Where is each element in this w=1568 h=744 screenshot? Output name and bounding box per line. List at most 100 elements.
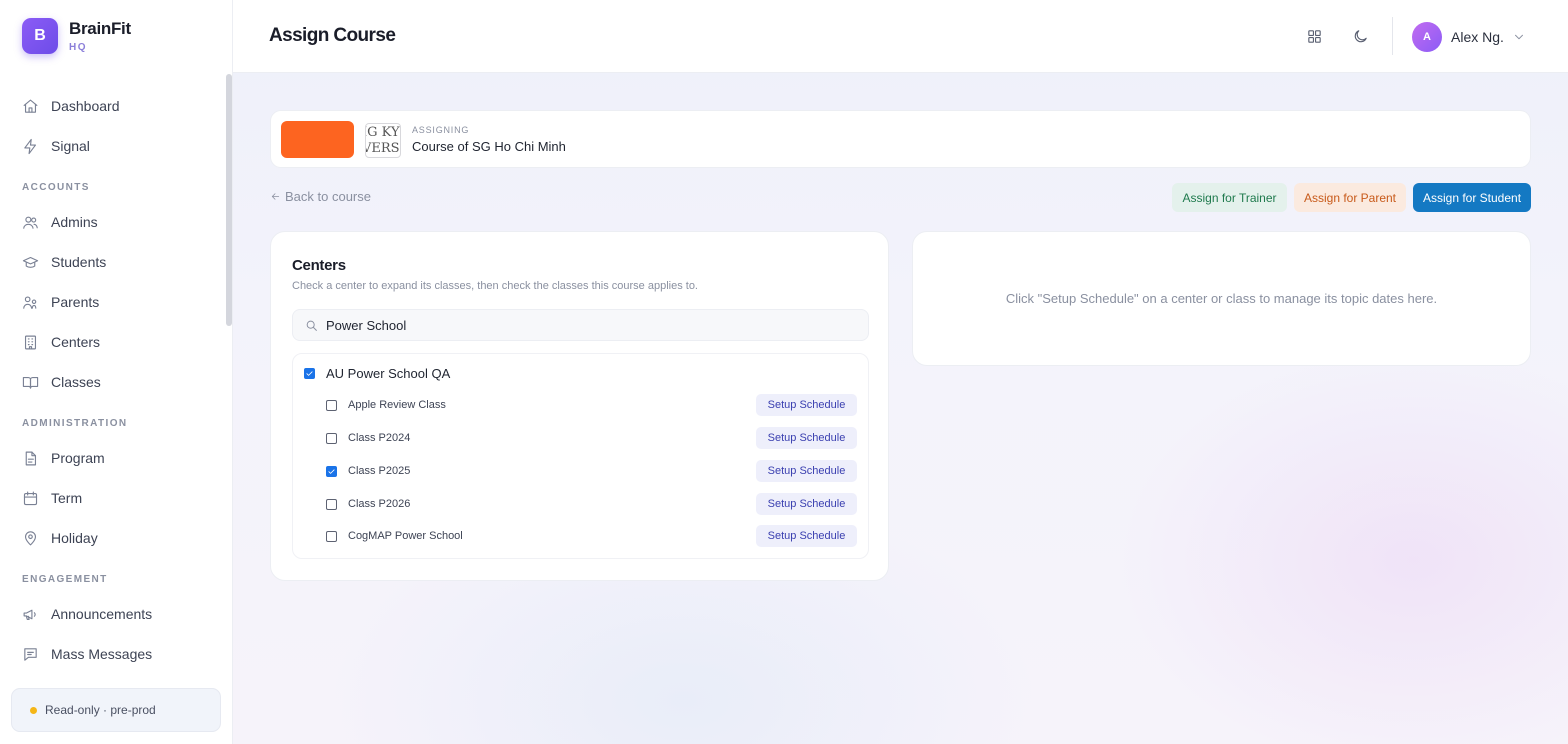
center-row[interactable]: AU Power School QA <box>304 363 450 383</box>
topbar: Assign Course A Alex Ng. <box>233 0 1568 73</box>
centers-hint: Check a center to expand its classes, th… <box>292 280 698 292</box>
setup-schedule-button[interactable]: Setup Schedule <box>756 525 857 547</box>
topbar-divider <box>1392 17 1393 55</box>
chevron-down-icon <box>1514 34 1523 40</box>
apps-button[interactable] <box>1302 24 1326 48</box>
sidebar-item-centers[interactable]: Centers <box>0 322 226 362</box>
class-checkbox[interactable] <box>326 432 337 444</box>
building-icon <box>24 335 37 349</box>
sidebar-item-label: Program <box>51 450 105 466</box>
class-row[interactable]: Class P2024 Setup Schedule <box>326 427 857 449</box>
map-pin-icon <box>24 530 37 545</box>
calendar-icon <box>23 491 38 505</box>
centers-tree: AU Power School QA Apple Review Class Se… <box>292 353 869 559</box>
class-name: Class P2024 <box>348 432 411 444</box>
sidebar-item-label: Announcements <box>51 606 153 622</box>
sidebar-item-classes[interactable]: Classes <box>0 362 226 402</box>
center-name: AU Power School QA <box>326 365 451 381</box>
avatar: A <box>1412 22 1442 52</box>
sidebar-section-accounts: ACCOUNTS <box>22 182 90 193</box>
course-thumbnail <box>281 121 354 158</box>
sidebar-scrollbar[interactable] <box>226 74 232 326</box>
sidebar-item-label: Parents <box>51 294 100 310</box>
search-icon <box>306 320 317 331</box>
setup-schedule-button[interactable]: Setup Schedule <box>756 460 857 482</box>
sidebar-nav: Dashboard Signal ACCOUNTS Admins Student… <box>0 86 226 674</box>
sidebar-item-label: Holiday <box>51 530 98 546</box>
graduation-cap-icon <box>22 256 39 268</box>
users-icon <box>23 216 38 229</box>
setup-schedule-button[interactable]: Setup Schedule <box>756 493 857 515</box>
sidebar-item-program[interactable]: Program <box>0 438 226 478</box>
brand-name: BrainFit <box>69 18 131 38</box>
class-name: CogMAP Power School <box>348 530 463 542</box>
class-name: Class P2026 <box>348 498 411 510</box>
assigning-label: ASSIGNING <box>412 125 470 135</box>
sidebar-item-label: Signal <box>51 138 90 154</box>
env-badge-label: Read-only · pre-prod <box>45 703 156 717</box>
assign-parent-button[interactable]: Assign for Parent <box>1294 183 1406 212</box>
sidebar-item-label: Classes <box>51 374 101 390</box>
sidebar-item-signal[interactable]: Signal <box>0 126 226 166</box>
sidebar-item-label: Admins <box>51 214 98 230</box>
class-row[interactable]: Class P2025 Setup Schedule <box>326 460 857 482</box>
class-checkbox[interactable] <box>326 465 337 477</box>
sidebar-item-dashboard[interactable]: Dashboard <box>0 86 226 126</box>
page-title: Assign Course <box>269 25 396 46</box>
arrow-left-icon <box>271 193 280 200</box>
env-badge: Read-only · pre-prod <box>11 688 221 732</box>
sidebar-item-term[interactable]: Term <box>0 478 226 518</box>
brand-logo: B <box>22 18 58 54</box>
user-name: Alex Ng. <box>1451 29 1504 45</box>
class-checkbox[interactable] <box>326 399 337 411</box>
status-dot-icon <box>30 706 37 714</box>
sidebar-item-mass-messages[interactable]: Mass Messages <box>0 634 226 674</box>
sidebar-item-announcements[interactable]: Announcements <box>0 594 226 634</box>
grid-icon <box>1307 29 1321 43</box>
sidebar-item-admins[interactable]: Admins <box>0 202 226 242</box>
class-row[interactable]: CogMAP Power School Setup Schedule <box>326 525 857 547</box>
course-logo: IG KYU VERSI <box>365 123 401 158</box>
assign-student-button[interactable]: Assign for Student <box>1413 183 1531 212</box>
course-card: IG KYU VERSI ASSIGNING Course of SG Ho C… <box>270 110 1531 168</box>
class-row[interactable]: Apple Review Class Setup Schedule <box>326 394 857 416</box>
sidebar-item-label: Term <box>51 490 83 506</box>
sidebar-section-engagement: ENGAGEMENT <box>22 574 108 585</box>
sidebar-item-holiday[interactable]: Holiday <box>0 518 226 558</box>
class-checkbox[interactable] <box>326 498 337 510</box>
brand[interactable]: B BrainFit HQ <box>22 18 131 54</box>
main-content: Assign Course A Alex Ng. IG KYU VERSI AS… <box>233 0 1568 744</box>
schedule-panel: Click "Setup Schedule" on a center or cl… <box>912 231 1531 366</box>
sidebar-item-parents[interactable]: Parents <box>0 282 226 322</box>
class-name: Apple Review Class <box>348 399 446 411</box>
book-open-icon <box>22 376 39 389</box>
brand-sub: HQ <box>69 41 87 53</box>
sidebar-item-label: Mass Messages <box>51 646 153 662</box>
back-to-course-link[interactable]: Back to course <box>270 189 371 204</box>
centers-title: Centers <box>292 257 346 274</box>
moon-icon <box>1354 29 1367 42</box>
setup-schedule-button[interactable]: Setup Schedule <box>756 394 857 416</box>
class-row[interactable]: Class P2026 Setup Schedule <box>326 493 857 515</box>
assign-trainer-button[interactable]: Assign for Trainer <box>1172 183 1287 212</box>
sidebar-section-administration: ADMINISTRATION <box>22 418 128 429</box>
home-icon <box>23 99 38 113</box>
theme-toggle-button[interactable] <box>1348 24 1372 48</box>
sidebar-item-label: Students <box>51 254 107 270</box>
center-checkbox[interactable] <box>304 367 315 379</box>
bolt-icon <box>24 138 37 154</box>
schedule-hint: Click "Setup Schedule" on a center or cl… <box>1005 291 1438 306</box>
check-icon <box>306 370 313 376</box>
class-checkbox[interactable] <box>326 530 337 542</box>
search-box <box>292 309 869 341</box>
megaphone-icon <box>23 609 36 620</box>
centers-card: Centers Check a center to expand its cla… <box>270 231 889 581</box>
check-icon <box>328 468 335 474</box>
course-name: Course of SG Ho Chi Minh <box>412 139 566 154</box>
setup-schedule-button[interactable]: Setup Schedule <box>756 427 857 449</box>
sidebar-item-label: Dashboard <box>51 98 120 114</box>
class-name: Class P2025 <box>348 465 411 477</box>
sidebar-item-students[interactable]: Students <box>0 242 226 282</box>
user-menu[interactable]: A Alex Ng. <box>1412 22 1526 52</box>
search-input[interactable] <box>326 317 846 333</box>
